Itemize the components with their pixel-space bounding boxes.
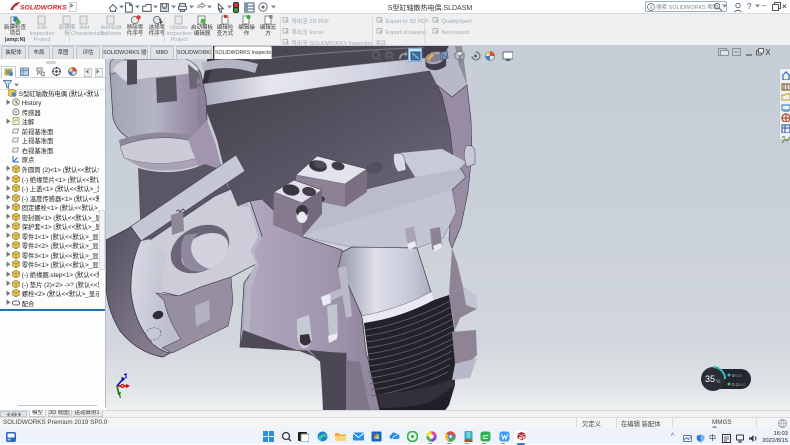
svg-text:SOLIDWORKS: SOLIDWORKS [20, 5, 67, 12]
svg-text:35: 35 [705, 374, 715, 384]
svg-text:%: % [716, 379, 721, 385]
svg-text:0.1KB/S: 0.1KB/S [732, 382, 746, 387]
svg-text:0KB/S: 0KB/S [732, 373, 742, 378]
